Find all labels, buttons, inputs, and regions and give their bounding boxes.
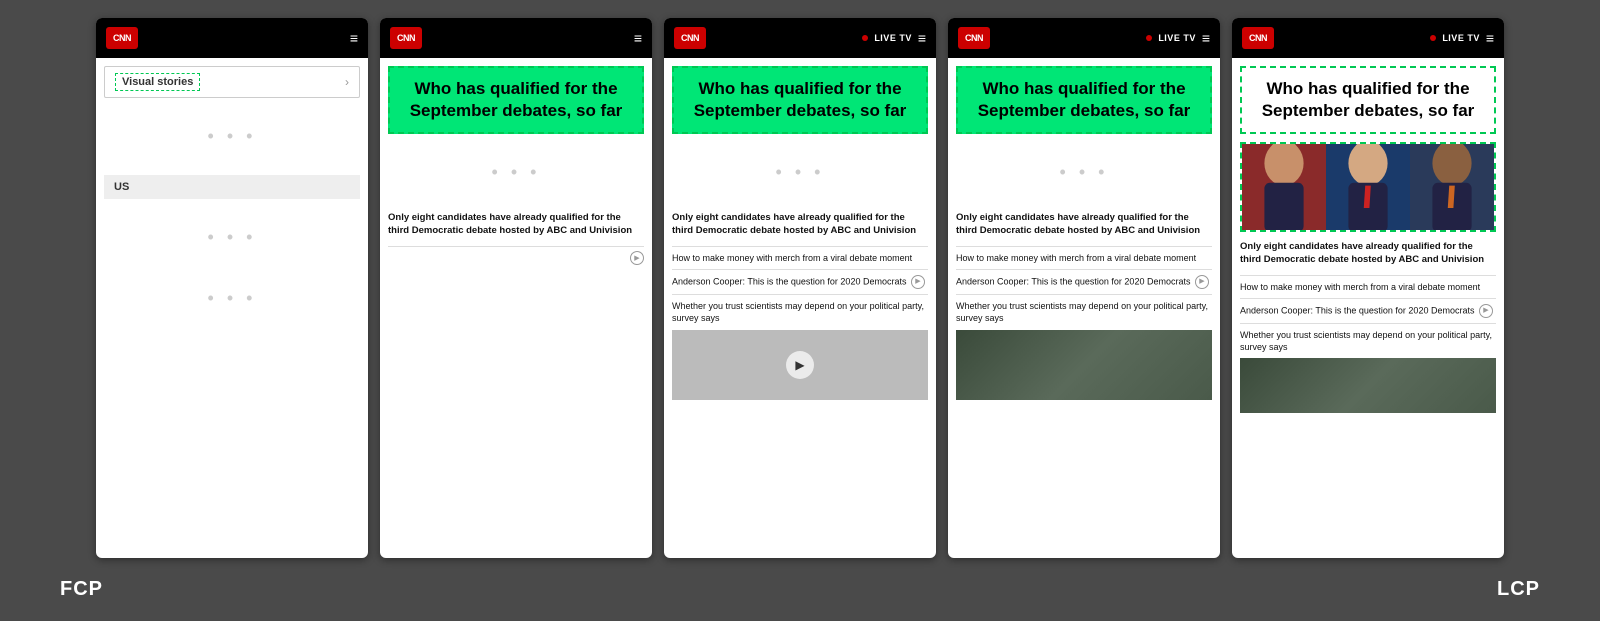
header-right-4: LIVE TV ≡ [1146, 30, 1210, 46]
article-body-5: Only eight candidates have already quali… [1232, 240, 1504, 413]
cnn-header-1: CNN ≡ [96, 18, 368, 58]
article-body-3: Only eight candidates have already quali… [664, 211, 936, 400]
divider-3a [672, 246, 928, 247]
dots-panel3: • • • [664, 142, 936, 203]
divider-4b [956, 269, 1212, 270]
divider-3c [672, 294, 928, 295]
cnn-logo-3: CNN [674, 27, 706, 49]
play-icon-2[interactable]: ▶ [630, 251, 644, 265]
sub-article-3-2-text: Anderson Cooper: This is the question fo… [672, 276, 906, 286]
main-article-4: Only eight candidates have already quali… [956, 211, 1212, 238]
cnn-logo-4: CNN [958, 27, 990, 49]
play-row-2: ▶ [388, 246, 644, 265]
sub-article-5-2-text: Anderson Cooper: This is the question fo… [1240, 305, 1474, 315]
main-article-3: Only eight candidates have already quali… [672, 211, 928, 238]
play-icon-3[interactable]: ▶ [911, 275, 925, 289]
divider-3b [672, 269, 928, 270]
live-dot-4 [1146, 35, 1152, 41]
visual-stories-bar[interactable]: Visual stories › [104, 66, 360, 98]
header-right-2: ≡ [634, 30, 642, 46]
headline-box-5: Who has qualified for the September deba… [1240, 66, 1496, 134]
sub-article-4-2[interactable]: Anderson Cooper: This is the question fo… [956, 275, 1212, 289]
headline-text-3: Who has qualified for the September deba… [694, 79, 907, 120]
fcp-label: FCP [60, 578, 103, 601]
dots-3: • • • [96, 268, 368, 329]
debate-img-kamala [1242, 144, 1326, 230]
debate-image-strip [1240, 142, 1496, 232]
divider-5a [1240, 275, 1496, 276]
divider-4a [956, 246, 1212, 247]
divider-5c [1240, 323, 1496, 324]
header-right-1: ≡ [350, 30, 358, 46]
sub-article-4-1[interactable]: How to make money with merch from a vira… [956, 252, 1212, 264]
sub-article-5-2[interactable]: Anderson Cooper: This is the question fo… [1240, 304, 1496, 318]
article-body-2: Only eight candidates have already quali… [380, 211, 652, 265]
dots-1: • • • [96, 106, 368, 167]
sub-article-3-2[interactable]: Anderson Cooper: This is the question fo… [672, 275, 928, 289]
sub-article-4-2-text: Anderson Cooper: This is the question fo… [956, 276, 1190, 286]
headline-box-4: Who has qualified for the September deba… [956, 66, 1212, 134]
live-dot-3 [862, 35, 868, 41]
live-dot-5 [1430, 35, 1436, 41]
panel-2: CNN ≡ Who has qualified for the Septembe… [380, 18, 652, 558]
play-icon-5[interactable]: ▶ [1479, 304, 1493, 318]
video-thumb-3: ▶ [672, 330, 928, 400]
sub-article-5-1[interactable]: How to make money with merch from a vira… [1240, 281, 1496, 293]
cnn-header-3: CNN LIVE TV ≡ [664, 18, 936, 58]
panel-4: CNN LIVE TV ≡ Who has qualified for the … [948, 18, 1220, 558]
cnn-logo-1: CNN [106, 27, 138, 49]
panel-3: CNN LIVE TV ≡ Who has qualified for the … [664, 18, 936, 558]
cnn-logo-5: CNN [1242, 27, 1274, 49]
outdoor-image-5 [1240, 358, 1496, 413]
us-section-bar: US [104, 175, 360, 199]
lcp-label: LCP [1497, 578, 1540, 601]
hamburger-icon-5[interactable]: ≡ [1486, 30, 1494, 46]
headline-text-4: Who has qualified for the September deba… [978, 79, 1191, 120]
dots-panel2: • • • [380, 142, 652, 203]
sub-article-4-3[interactable]: Whether you trust scientists may depend … [956, 300, 1212, 324]
panel-fcp: CNN ≡ Visual stories › • • • US • • • • … [96, 18, 368, 558]
labels-row: FCP LCP [0, 566, 1600, 601]
sub-article-3-1[interactable]: How to make money with merch from a vira… [672, 252, 928, 264]
cnn-logo-2: CNN [390, 27, 422, 49]
debate-img-booker [1410, 144, 1494, 230]
dots-2: • • • [96, 207, 368, 268]
screenshots-row: CNN ≡ Visual stories › • • • US • • • • … [0, 0, 1600, 558]
cnn-header-5: CNN LIVE TV ≡ [1232, 18, 1504, 58]
divider-5b [1240, 298, 1496, 299]
sub-article-3-3[interactable]: Whether you trust scientists may depend … [672, 300, 928, 324]
live-tv-text-4: LIVE TV [1158, 33, 1196, 43]
visual-stories-label: Visual stories [115, 73, 200, 91]
main-article-5: Only eight candidates have already quali… [1240, 240, 1496, 267]
hamburger-icon-4[interactable]: ≡ [1202, 30, 1210, 46]
live-tv-text-3: LIVE TV [874, 33, 912, 43]
headline-box-2: Who has qualified for the September deba… [388, 66, 644, 134]
panel-lcp: CNN LIVE TV ≡ Who has qualified for the … [1232, 18, 1504, 558]
hamburger-icon-2[interactable]: ≡ [634, 30, 642, 46]
live-tv-text-5: LIVE TV [1442, 33, 1480, 43]
sub-article-5-3[interactable]: Whether you trust scientists may depend … [1240, 329, 1496, 353]
video-play-btn-3[interactable]: ▶ [786, 351, 814, 379]
dots-panel4: • • • [948, 142, 1220, 203]
play-icon-4[interactable]: ▶ [1195, 275, 1209, 289]
article-body-4: Only eight candidates have already quali… [948, 211, 1220, 400]
header-right-3: LIVE TV ≡ [862, 30, 926, 46]
cnn-header-4: CNN LIVE TV ≡ [948, 18, 1220, 58]
main-article-2: Only eight candidates have already quali… [388, 211, 644, 238]
headline-box-3: Who has qualified for the September deba… [672, 66, 928, 134]
hamburger-icon-1[interactable]: ≡ [350, 30, 358, 46]
headline-text-5: Who has qualified for the September deba… [1262, 79, 1475, 120]
outdoor-image-4 [956, 330, 1212, 400]
header-right-5: LIVE TV ≡ [1430, 30, 1494, 46]
hamburger-icon-3[interactable]: ≡ [918, 30, 926, 46]
divider-4c [956, 294, 1212, 295]
cnn-header-2: CNN ≡ [380, 18, 652, 58]
headline-text-2: Who has qualified for the September deba… [410, 79, 623, 120]
debate-img-biden [1326, 144, 1410, 230]
chevron-right-icon: › [345, 75, 349, 89]
